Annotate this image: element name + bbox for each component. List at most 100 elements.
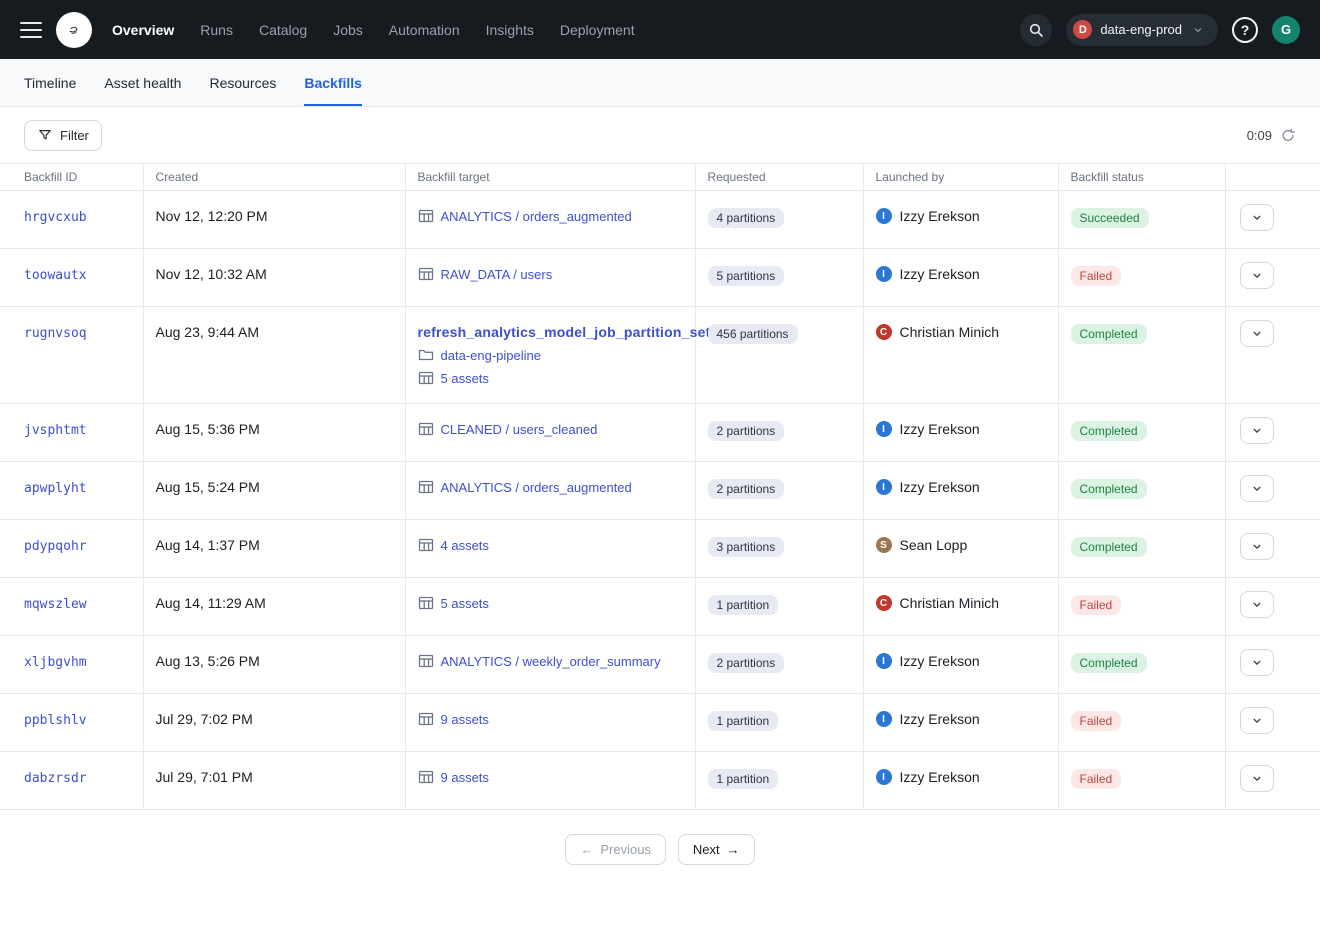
row-menu-button[interactable] bbox=[1240, 707, 1274, 734]
requested-badge: 4 partitions bbox=[708, 208, 785, 228]
asset-link[interactable]: RAW_DATA / users bbox=[441, 267, 553, 282]
requested-badge: 2 partitions bbox=[708, 421, 785, 441]
backfill-id-link[interactable]: mqwszlew bbox=[24, 597, 87, 612]
backfill-id-link[interactable]: pdypqohr bbox=[24, 539, 87, 554]
nav-item-insights[interactable]: Insights bbox=[486, 22, 534, 38]
row-menu-button[interactable] bbox=[1240, 649, 1274, 676]
backfill-id-link[interactable]: dabzrsdr bbox=[24, 771, 87, 786]
created-text: Aug 14, 11:29 AM bbox=[156, 595, 266, 611]
launched-by-name: Izzy Erekson bbox=[900, 653, 980, 669]
backfill-id-link[interactable]: toowautx bbox=[24, 268, 87, 283]
tab-backfills[interactable]: Backfills bbox=[304, 59, 362, 106]
nav-item-automation[interactable]: Automation bbox=[389, 22, 460, 38]
table-row: pdypqohr Aug 14, 1:37 PM 4 assets 3 part… bbox=[0, 520, 1320, 578]
tab-timeline[interactable]: Timeline bbox=[24, 59, 76, 106]
menu-icon[interactable] bbox=[20, 22, 42, 38]
launched-by-name: Izzy Erekson bbox=[900, 266, 980, 282]
launched-by-name: Izzy Erekson bbox=[900, 479, 980, 495]
backfill-id-link[interactable]: xljbgvhm bbox=[24, 655, 87, 670]
status-badge: Failed bbox=[1071, 711, 1122, 731]
requested-badge: 1 partition bbox=[708, 769, 779, 789]
created-text: Aug 15, 5:24 PM bbox=[156, 479, 260, 495]
topnav-right: D data-eng-prod ? G bbox=[1020, 14, 1300, 46]
search-icon[interactable] bbox=[1020, 14, 1052, 46]
table-row: xljbgvhm Aug 13, 5:26 PM ANALYTICS / wee… bbox=[0, 636, 1320, 694]
asset-table-icon bbox=[418, 370, 434, 386]
created-text: Aug 14, 1:37 PM bbox=[156, 537, 260, 553]
asset-link[interactable]: 9 assets bbox=[441, 712, 489, 727]
backfills-table-body: hrgvcxub Nov 12, 12:20 PM ANALYTICS / or… bbox=[0, 191, 1320, 810]
launched-by-name: Izzy Erekson bbox=[900, 208, 980, 224]
next-page-button[interactable]: Next → bbox=[678, 834, 755, 865]
table-row: jvsphtmt Aug 15, 5:36 PM CLEANED / users… bbox=[0, 404, 1320, 462]
backfill-id-link[interactable]: jvsphtmt bbox=[24, 423, 87, 438]
help-icon[interactable]: ? bbox=[1232, 17, 1258, 43]
asset-link[interactable]: 5 assets bbox=[441, 596, 489, 611]
overview-tabs: Timeline Asset health Resources Backfill… bbox=[0, 59, 1320, 107]
requested-badge: 1 partition bbox=[708, 711, 779, 731]
row-menu-button[interactable] bbox=[1240, 765, 1274, 792]
row-menu-button[interactable] bbox=[1240, 204, 1274, 231]
created-text: Aug 23, 9:44 AM bbox=[156, 324, 260, 340]
nav-item-runs[interactable]: Runs bbox=[200, 22, 233, 38]
asset-link[interactable]: ANALYTICS / orders_augmented bbox=[441, 480, 632, 495]
created-text: Nov 12, 10:32 AM bbox=[156, 266, 267, 282]
row-menu-button[interactable] bbox=[1240, 533, 1274, 560]
row-menu-button[interactable] bbox=[1240, 262, 1274, 289]
chevron-down-icon bbox=[1249, 424, 1265, 437]
backfill-id-link[interactable]: ppblshlv bbox=[24, 713, 87, 728]
table-row: dabzrsdr Jul 29, 7:01 PM 9 assets 1 part… bbox=[0, 752, 1320, 810]
launched-by-name: Christian Minich bbox=[900, 595, 1000, 611]
code-location-link[interactable]: data-eng-pipeline bbox=[441, 348, 541, 363]
backfills-table: Backfill ID Created Backfill target Requ… bbox=[0, 163, 1320, 810]
asset-table-icon bbox=[418, 769, 434, 785]
asset-table-icon bbox=[418, 537, 434, 553]
asset-link[interactable]: 9 assets bbox=[441, 770, 489, 785]
nav-item-deployment[interactable]: Deployment bbox=[560, 22, 635, 38]
status-badge: Completed bbox=[1071, 324, 1147, 344]
dagster-logo-icon[interactable] bbox=[56, 12, 92, 48]
asset-table-icon bbox=[418, 711, 434, 727]
chevron-down-icon bbox=[1249, 211, 1265, 224]
row-menu-button[interactable] bbox=[1240, 320, 1274, 347]
previous-page-button[interactable]: ← Previous bbox=[565, 834, 666, 865]
nav-item-jobs[interactable]: Jobs bbox=[333, 22, 363, 38]
assets-link[interactable]: 5 assets bbox=[441, 371, 489, 386]
filter-button[interactable]: Filter bbox=[24, 120, 102, 151]
nav-item-overview[interactable]: Overview bbox=[112, 22, 174, 38]
folder-icon bbox=[418, 347, 434, 363]
chevron-down-icon bbox=[1249, 772, 1265, 785]
user-avatar[interactable]: G bbox=[1272, 16, 1300, 44]
deployment-switcher[interactable]: D data-eng-prod bbox=[1066, 14, 1218, 46]
refresh-icon[interactable] bbox=[1280, 128, 1296, 143]
table-row: rugnvsoq Aug 23, 9:44 AM refresh_analyti… bbox=[0, 307, 1320, 404]
requested-badge: 3 partitions bbox=[708, 537, 785, 557]
row-menu-button[interactable] bbox=[1240, 591, 1274, 618]
table-row: toowautx Nov 12, 10:32 AM RAW_DATA / use… bbox=[0, 249, 1320, 307]
tab-asset-health[interactable]: Asset health bbox=[104, 59, 181, 106]
avatar: I bbox=[876, 208, 892, 224]
asset-link[interactable]: 4 assets bbox=[441, 538, 489, 553]
asset-link[interactable]: ANALYTICS / weekly_order_summary bbox=[441, 654, 661, 669]
requested-badge: 2 partitions bbox=[708, 653, 785, 673]
avatar: I bbox=[876, 266, 892, 282]
job-link[interactable]: refresh_analytics_model_job_partition_se… bbox=[418, 324, 711, 340]
asset-link[interactable]: CLEANED / users_cleaned bbox=[441, 422, 598, 437]
chevron-down-icon bbox=[1249, 269, 1265, 282]
backfill-id-link[interactable]: apwplyht bbox=[24, 481, 87, 496]
chevron-down-icon bbox=[1249, 714, 1265, 727]
asset-link[interactable]: ANALYTICS / orders_augmented bbox=[441, 209, 632, 224]
created-text: Jul 29, 7:01 PM bbox=[156, 769, 253, 785]
status-badge: Completed bbox=[1071, 537, 1147, 557]
backfill-id-link[interactable]: rugnvsoq bbox=[24, 326, 87, 341]
backfill-id-link[interactable]: hrgvcxub bbox=[24, 210, 87, 225]
row-menu-button[interactable] bbox=[1240, 417, 1274, 444]
status-badge: Completed bbox=[1071, 653, 1147, 673]
nav-item-catalog[interactable]: Catalog bbox=[259, 22, 307, 38]
row-menu-button[interactable] bbox=[1240, 475, 1274, 502]
chevron-down-icon bbox=[1249, 656, 1265, 669]
tab-resources[interactable]: Resources bbox=[209, 59, 276, 106]
created-text: Aug 15, 5:36 PM bbox=[156, 421, 260, 437]
status-badge: Completed bbox=[1071, 479, 1147, 499]
launched-by-name: Izzy Erekson bbox=[900, 711, 980, 727]
